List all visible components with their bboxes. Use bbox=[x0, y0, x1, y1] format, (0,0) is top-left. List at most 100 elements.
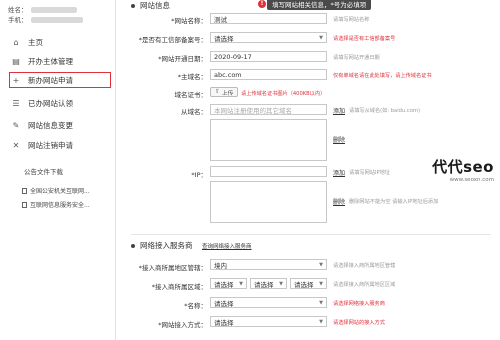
watermark-url: www.seoxn.com bbox=[449, 177, 494, 183]
site-name-input[interactable]: 测试 bbox=[210, 13, 327, 24]
domain-label: *主域名： bbox=[177, 73, 207, 81]
home-icon: ⌂ bbox=[13, 37, 19, 47]
isp-region-select-1[interactable]: 请选择 ▼ bbox=[210, 278, 247, 289]
file-icon bbox=[22, 187, 27, 194]
sidebar-item-label: 主页 bbox=[28, 37, 43, 47]
isp-region-value: 请选择 bbox=[254, 280, 274, 289]
upload-button-label: 上传 bbox=[221, 90, 234, 97]
chevron-down-icon: ▼ bbox=[319, 318, 323, 325]
chevron-down-icon: ▼ bbox=[319, 299, 323, 306]
ip-hint-secondary: 删除网站不能为空 请输入IP地址后添加 bbox=[349, 199, 439, 205]
chevron-down-icon: ▼ bbox=[279, 280, 283, 287]
phone-label: 手机： bbox=[8, 16, 28, 24]
sidebar-item-new-site-application[interactable]: + 新办网站申请 bbox=[9, 72, 111, 88]
access-method-label: *网站接入方式： bbox=[158, 321, 207, 329]
watermark-title: 代代seo bbox=[432, 158, 494, 176]
isp-province-label: *接入商所属地区管辖： bbox=[138, 264, 207, 272]
ip-remove-link[interactable]: 删除 bbox=[333, 197, 345, 206]
sidebar-item-label: 网站信息变更 bbox=[28, 120, 73, 130]
required-fields-tooltip: 填写网站相关信息，*号为必填项 bbox=[267, 0, 372, 10]
isp-region-value: 请选择 bbox=[294, 280, 314, 289]
bullet-icon bbox=[131, 3, 135, 8]
sidebar-item-label: 开办主体管理 bbox=[28, 56, 73, 66]
open-date-label: *网站开通日期： bbox=[158, 55, 207, 63]
section-title-text: 网络接入服务商 bbox=[140, 241, 193, 250]
chevron-down-icon: ▼ bbox=[319, 280, 323, 287]
section-isp-title: 网络接入服务商 bbox=[131, 240, 193, 251]
section-site-info-title: 网站信息 bbox=[131, 0, 170, 11]
isp-region-hint: 请选择接入商所属地区区域 bbox=[333, 282, 396, 288]
chevron-down-icon: ▼ bbox=[319, 34, 323, 41]
icp-select[interactable]: 请选择 ▼ bbox=[210, 32, 327, 43]
download-link[interactable]: 全国公安机关互联网... bbox=[22, 186, 90, 195]
sidebar-item-label: 已办网站认领 bbox=[28, 98, 73, 108]
sidebar-item-label: 网站注销申请 bbox=[28, 140, 73, 150]
sub-domain-input[interactable]: 本网站注册使用的其它域名 bbox=[210, 104, 327, 115]
bullet-icon bbox=[131, 243, 135, 248]
isp-name-hint: 请选择网络接入服务商 bbox=[333, 301, 385, 307]
isp-name-value: 请选择 bbox=[214, 299, 234, 308]
sub-domain-hint: 请填写从域名(如: baidu.com) bbox=[349, 108, 420, 114]
upload-button[interactable]: ⇧ 上传 bbox=[210, 87, 239, 97]
download-link-label: 互联网信息服务安全... bbox=[30, 202, 90, 209]
sub-domain-remove-link[interactable]: 删除 bbox=[333, 135, 345, 144]
close-icon: ✕ bbox=[12, 140, 20, 150]
sub-domain-label: 从域名： bbox=[181, 108, 207, 116]
ip-list[interactable] bbox=[210, 181, 327, 223]
sub-domain-list[interactable] bbox=[210, 119, 327, 161]
icp-select-value: 请选择 bbox=[214, 34, 234, 43]
sidebar-item-site-change[interactable]: ✎ 网站信息变更 bbox=[10, 118, 110, 132]
ip-label: *IP： bbox=[191, 171, 207, 179]
application-form: 网站信息 ! 填写网站相关信息，*号为必填项 *网站名称： 测试 请填写网站名称… bbox=[117, 0, 500, 340]
file-icon bbox=[22, 201, 27, 208]
isp-region-value: 请选择 bbox=[214, 280, 234, 289]
chevron-down-icon: ▼ bbox=[319, 261, 323, 268]
sidebar: 姓名： 手机： ⌂ 主页 ▤ 开办主体管理 + 新办网站申请 ☰ 已办网站认领 … bbox=[0, 0, 116, 340]
icp-label: *是否有工信部备案号： bbox=[138, 36, 207, 44]
access-method-hint: 请选择网站的接入方式 bbox=[333, 320, 385, 326]
downloads-title: 公告文件下载 bbox=[24, 168, 63, 176]
user-phone-redacted bbox=[30, 17, 83, 23]
ip-add-link[interactable]: 添加 bbox=[333, 168, 345, 177]
upload-icon: ⇧ bbox=[215, 89, 220, 95]
sub-domain-placeholder: 本网站注册使用的其它域名 bbox=[214, 106, 292, 115]
user-name-redacted bbox=[30, 7, 77, 13]
warning-icon: ! bbox=[258, 0, 266, 8]
open-date-hint: 请填写网站开通日期 bbox=[333, 55, 380, 61]
domain-hint: 仅有单域名请在此处填写，请上传域名证书 bbox=[333, 73, 432, 79]
query-isp-link[interactable]: 查询网络接入服务商 bbox=[202, 242, 252, 250]
ip-input[interactable] bbox=[210, 166, 327, 177]
site-name-hint: 请填写网站名称 bbox=[333, 17, 370, 23]
open-date-value: 2020-09-17 bbox=[214, 52, 252, 61]
edit-icon: ✎ bbox=[12, 120, 20, 130]
isp-province-value: 境内 bbox=[214, 261, 227, 270]
isp-region-select-3[interactable]: 请选择 ▼ bbox=[290, 278, 327, 289]
list-check-icon: ☰ bbox=[12, 98, 20, 108]
download-link[interactable]: 互联网信息服务安全... bbox=[22, 200, 90, 209]
open-date-input[interactable]: 2020-09-17 bbox=[210, 51, 327, 62]
domain-value: abc.com bbox=[214, 70, 242, 79]
document-icon: ▤ bbox=[12, 56, 20, 66]
sidebar-item-site-cancel[interactable]: ✕ 网站注销申请 bbox=[10, 138, 110, 152]
sidebar-item-label: 新办网站申请 bbox=[28, 75, 73, 85]
isp-name-select[interactable]: 请选择 ▼ bbox=[210, 297, 327, 308]
cert-label: 域名证书： bbox=[174, 91, 208, 99]
download-link-label: 全国公安机关互联网... bbox=[30, 188, 90, 195]
sub-domain-add-link[interactable]: 添加 bbox=[333, 106, 345, 115]
section-title-text: 网站信息 bbox=[140, 1, 170, 10]
isp-region-select-2[interactable]: 请选择 ▼ bbox=[250, 278, 287, 289]
tooltip-text: 填写网站相关信息，*号为必填项 bbox=[272, 1, 367, 9]
isp-province-hint: 请选择接入商所属地区管辖 bbox=[333, 263, 396, 269]
access-method-select[interactable]: 请选择 ▼ bbox=[210, 316, 327, 327]
plus-icon: + bbox=[12, 75, 20, 85]
cert-hint: 请上传域名证书图片（400KB以内） bbox=[241, 91, 326, 97]
domain-input[interactable]: abc.com bbox=[210, 69, 327, 80]
sidebar-item-claim-site[interactable]: ☰ 已办网站认领 bbox=[10, 96, 110, 110]
watermark: 代代seo www.seoxn.com bbox=[432, 156, 494, 183]
sidebar-item-entity-management[interactable]: ▤ 开办主体管理 bbox=[10, 54, 110, 68]
user-name-line: 姓名： bbox=[8, 4, 77, 14]
access-method-value: 请选择 bbox=[214, 318, 234, 327]
isp-province-select[interactable]: 境内 ▼ bbox=[210, 259, 327, 270]
sidebar-item-home[interactable]: ⌂ 主页 bbox=[10, 35, 110, 49]
isp-region-label: *接入商所属区域： bbox=[151, 283, 207, 291]
